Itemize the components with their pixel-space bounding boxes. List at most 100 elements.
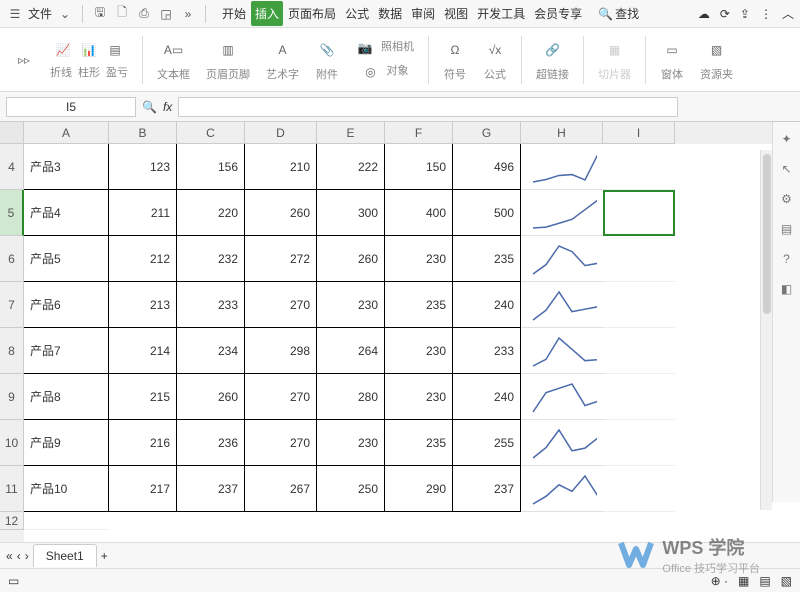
file-menu[interactable]: 文件 (28, 5, 52, 22)
cell-value[interactable]: 240 (453, 282, 521, 328)
cell-value[interactable]: 260 (317, 236, 385, 282)
next-sheet-icon[interactable]: › (25, 549, 29, 563)
formula-input[interactable] (178, 97, 678, 117)
slicer-icon[interactable]: ▦ (603, 38, 627, 62)
name-box[interactable] (6, 97, 136, 117)
row-header[interactable]: 6 (0, 236, 24, 282)
cell-value[interactable]: 213 (109, 282, 177, 328)
cell-name[interactable]: 产品4 (24, 190, 109, 236)
cell-empty[interactable] (603, 144, 675, 190)
print-icon[interactable]: ⎙ (135, 5, 153, 23)
tab-start[interactable]: 开始 (218, 1, 250, 26)
tab-review[interactable]: 审阅 (407, 1, 439, 26)
cell-value[interactable]: 500 (453, 190, 521, 236)
tab-formula[interactable]: 公式 (341, 1, 373, 26)
cell-value[interactable]: 230 (317, 420, 385, 466)
cell-sparkline[interactable] (521, 190, 603, 236)
cell-sparkline[interactable] (521, 236, 603, 282)
col-header-G[interactable]: G (453, 122, 521, 144)
dropdown-icon[interactable]: ⌄ (56, 5, 74, 23)
tab-view[interactable]: 视图 (440, 1, 472, 26)
cell-value[interactable]: 230 (317, 282, 385, 328)
share-icon[interactable]: ⇪ (740, 7, 750, 21)
tab-insert[interactable]: 插入 (251, 1, 283, 26)
cell-empty[interactable] (603, 420, 675, 466)
cell-value[interactable]: 234 (177, 328, 245, 374)
hyperlink-label[interactable]: 超链接 (536, 66, 569, 82)
row-header[interactable]: 10 (0, 420, 24, 466)
hamburger-icon[interactable]: ☰ (6, 5, 24, 23)
cell-value[interactable]: 212 (109, 236, 177, 282)
col-header-B[interactable]: B (109, 122, 177, 144)
tab-member[interactable]: 会员专享 (530, 1, 586, 26)
side-settings-icon[interactable]: ⚙ (781, 192, 792, 206)
cell-value[interactable]: 214 (109, 328, 177, 374)
side-layers-icon[interactable]: ▤ (781, 222, 792, 236)
sync-icon[interactable]: ⟳ (720, 7, 730, 21)
first-sheet-icon[interactable]: « (6, 549, 13, 563)
camera-label[interactable]: 照相机 (381, 38, 414, 58)
row-header[interactable]: 4 (0, 144, 24, 190)
cell-value[interactable]: 300 (317, 190, 385, 236)
cell-value[interactable]: 240 (453, 374, 521, 420)
col-header-I[interactable]: I (603, 122, 675, 144)
new-icon[interactable]: 🗋 (113, 5, 131, 23)
cell-value[interactable]: 233 (177, 282, 245, 328)
col-header-C[interactable]: C (177, 122, 245, 144)
row-header[interactable]: 9 (0, 374, 24, 420)
cell-value[interactable]: 237 (453, 466, 521, 512)
cell-value[interactable]: 237 (177, 466, 245, 512)
collapse-ribbon-icon[interactable]: ︿ (782, 5, 794, 22)
wordart-label[interactable]: 艺术字 (266, 66, 299, 82)
attachment-icon[interactable]: 📎 (315, 38, 339, 62)
cell-sparkline[interactable] (521, 282, 603, 328)
select-all-corner[interactable] (0, 122, 24, 144)
cell-name[interactable]: 产品7 (24, 328, 109, 374)
search-small-icon[interactable]: 🔍 (142, 100, 157, 114)
cell-value[interactable]: 264 (317, 328, 385, 374)
cell-value[interactable]: 280 (317, 374, 385, 420)
cloud-icon[interactable]: ☁ (698, 7, 710, 21)
attach-label[interactable]: 附件 (316, 66, 338, 82)
status-input-icon[interactable]: ▭ (8, 574, 19, 588)
row-header[interactable]: 5 (0, 190, 24, 236)
view-custom-icon[interactable]: ▧ (781, 574, 792, 588)
tab-data[interactable]: 数据 (374, 1, 406, 26)
row-header[interactable]: 8 (0, 328, 24, 374)
cell-empty[interactable] (603, 190, 675, 236)
cell-value[interactable]: 250 (317, 466, 385, 512)
cell-value[interactable]: 123 (109, 144, 177, 190)
cell-name[interactable]: 产品8 (24, 374, 109, 420)
resource-label[interactable]: 资源夹 (700, 66, 733, 82)
sheet-tab[interactable]: Sheet1 (33, 544, 97, 567)
object-label[interactable]: 对象 (387, 62, 409, 82)
side-more-icon[interactable]: ◧ (781, 282, 792, 296)
cell-name[interactable]: 产品5 (24, 236, 109, 282)
cell-value[interactable]: 270 (245, 374, 317, 420)
cell-value[interactable]: 235 (385, 420, 453, 466)
cell-value[interactable]: 235 (453, 236, 521, 282)
sparkline-winloss-icon[interactable]: ▤ (105, 40, 125, 60)
sparkline-line-icon[interactable]: 📈 (53, 40, 73, 60)
textbox-icon[interactable]: A▭ (162, 38, 186, 62)
cell-sparkline[interactable] (521, 144, 603, 190)
formula-label[interactable]: 公式 (484, 66, 506, 82)
cell-value[interactable]: 150 (385, 144, 453, 190)
sparkline-column-icon[interactable]: 📊 (79, 40, 99, 60)
cell-value[interactable]: 260 (245, 190, 317, 236)
cell-value[interactable]: 267 (245, 466, 317, 512)
cell-empty[interactable] (603, 466, 675, 512)
cell-sparkline[interactable] (521, 374, 603, 420)
cell-empty[interactable] (603, 282, 675, 328)
col-header-E[interactable]: E (317, 122, 385, 144)
cell-value[interactable]: 215 (109, 374, 177, 420)
cell-value[interactable]: 298 (245, 328, 317, 374)
sparkline-line-label[interactable]: 折线 (50, 64, 72, 80)
cell-value[interactable]: 230 (385, 328, 453, 374)
cell-value[interactable]: 235 (385, 282, 453, 328)
hyperlink-icon[interactable]: 🔗 (541, 38, 565, 62)
col-header-H[interactable]: H (521, 122, 603, 144)
cell-value[interactable]: 220 (177, 190, 245, 236)
cell-value[interactable]: 272 (245, 236, 317, 282)
cell-sparkline[interactable] (521, 420, 603, 466)
